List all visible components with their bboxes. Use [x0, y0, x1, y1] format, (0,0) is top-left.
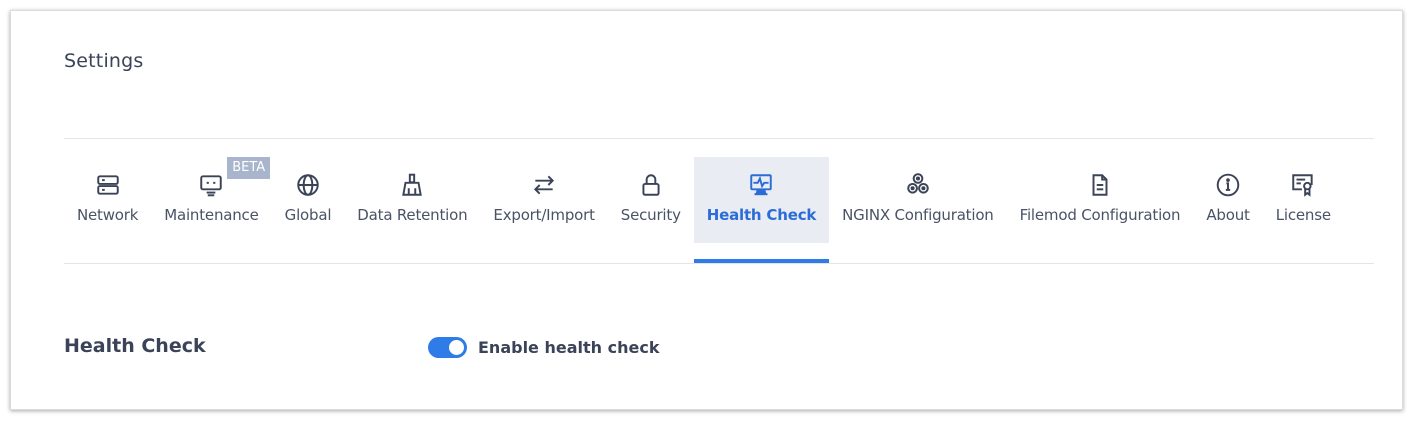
tab-data-retention[interactable]: Data Retention [344, 157, 480, 243]
page-title: Settings [64, 50, 144, 72]
toggle-knob [449, 340, 464, 355]
globe-icon [294, 171, 322, 199]
tab-export-import[interactable]: Export/Import [480, 157, 607, 243]
server-icon [94, 171, 122, 199]
tab-label: Global [284, 206, 332, 224]
monitor-pulse-icon [747, 171, 775, 199]
tab-health-check[interactable]: Health Check [693, 157, 830, 263]
tab-label: NGINX Configuration [842, 206, 994, 224]
tab-license[interactable]: License [1263, 157, 1344, 243]
arrows-exchange-icon [530, 171, 558, 199]
enable-health-check-label[interactable]: Enable health check [478, 338, 659, 357]
tab-label: License [1275, 206, 1331, 224]
document-icon [1086, 171, 1114, 199]
beta-badge: BETA [227, 157, 271, 179]
hexagons-icon [904, 171, 932, 199]
tab-filemod-configuration[interactable]: Filemod Configuration [1007, 157, 1194, 243]
tab-label: Data Retention [357, 206, 468, 224]
tab-about[interactable]: About [1193, 157, 1262, 243]
tab-maintenance[interactable]: BETA Maintenance [151, 157, 271, 243]
tab-label: Export/Import [493, 206, 595, 224]
tab-label: About [1206, 206, 1250, 224]
tab-nginx-configuration[interactable]: NGINX Configuration [829, 157, 1006, 243]
tab-label: Health Check [706, 206, 817, 224]
tab-network[interactable]: Network [64, 157, 151, 243]
lock-icon [637, 171, 665, 199]
certificate-icon [1289, 171, 1317, 199]
info-icon [1214, 171, 1242, 199]
monitor-settings-icon [197, 171, 225, 199]
tab-security[interactable]: Security [608, 157, 694, 243]
settings-card: Settings Network BETA Maintenance Global… [10, 10, 1403, 410]
tab-global[interactable]: Global [272, 157, 345, 243]
section-title: Health Check [64, 335, 206, 357]
tab-label: Network [77, 206, 139, 224]
settings-tabs: Network BETA Maintenance Global Data Ret… [64, 157, 1344, 263]
tab-label: Maintenance [164, 206, 259, 224]
tabs-top-divider [64, 138, 1374, 139]
tabs-bottom-divider [64, 263, 1374, 264]
broom-icon [398, 171, 426, 199]
enable-health-check-toggle[interactable] [428, 337, 467, 358]
tab-label: Filemod Configuration [1019, 206, 1181, 224]
tab-label: Security [620, 206, 681, 224]
